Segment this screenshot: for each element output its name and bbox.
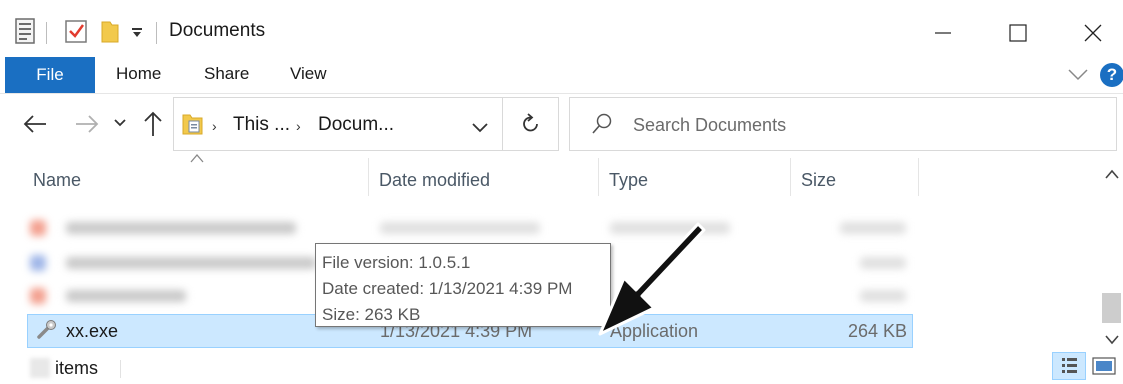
large-icons-view-button[interactable] <box>1092 355 1116 382</box>
column-header-name[interactable]: Name <box>33 170 81 191</box>
scrollbar-thumb[interactable] <box>1102 293 1121 323</box>
sort-ascending-icon <box>190 150 204 166</box>
title-separator <box>156 22 157 44</box>
breadcrumb-this-pc[interactable]: This ... <box>233 114 290 136</box>
list-item[interactable] <box>66 222 296 234</box>
scroll-down-icon[interactable] <box>1105 332 1119 350</box>
new-folder-icon[interactable] <box>100 18 120 49</box>
list-item[interactable] <box>66 290 186 302</box>
column-header-size[interactable]: Size <box>801 170 836 191</box>
file-name[interactable]: xx.exe <box>66 321 118 342</box>
tab-home[interactable]: Home <box>116 64 161 84</box>
maximize-icon <box>1009 24 1027 42</box>
item-count <box>30 358 50 378</box>
back-arrow-icon[interactable] <box>22 112 48 141</box>
search-icon <box>591 113 613 140</box>
breadcrumb-chevron-icon[interactable]: › <box>296 118 301 134</box>
details-view-button[interactable] <box>1052 352 1086 380</box>
column-divider[interactable] <box>598 158 599 196</box>
search-placeholder[interactable]: Search Documents <box>633 115 786 136</box>
refresh-icon <box>521 113 541 140</box>
annotation-arrow-icon <box>596 212 708 342</box>
large-icons-view-icon <box>1092 357 1116 375</box>
tooltip-date-created: Date created: 1/13/2021 4:39 PM <box>322 279 573 298</box>
file-info-tooltip: File version: 1.0.5.1 Date created: 1/13… <box>315 243 611 327</box>
tooltip-size: Size: 263 KB <box>322 305 421 324</box>
properties-icon[interactable] <box>14 18 36 49</box>
column-divider[interactable] <box>790 158 791 196</box>
expand-ribbon-icon[interactable] <box>1068 68 1088 86</box>
tab-share[interactable]: Share <box>204 64 249 84</box>
up-arrow-icon[interactable] <box>142 110 164 143</box>
help-icon[interactable]: ? <box>1100 63 1123 87</box>
column-divider[interactable] <box>368 158 369 196</box>
status-items-label: items <box>55 358 99 378</box>
ribbon-bar <box>0 56 1123 94</box>
breadcrumb-documents[interactable]: Docum... <box>318 114 394 136</box>
list-item <box>380 222 540 234</box>
tab-view[interactable]: View <box>290 64 327 84</box>
status-separator <box>120 360 121 378</box>
list-item <box>840 222 906 234</box>
minimize-icon <box>935 32 951 34</box>
address-dropdown-icon[interactable] <box>472 120 488 138</box>
column-divider[interactable] <box>918 158 919 196</box>
list-item <box>860 290 906 302</box>
list-item[interactable] <box>66 257 316 269</box>
tab-file[interactable]: File <box>5 57 95 93</box>
checkmark-icon[interactable] <box>64 18 88 49</box>
file-size: 264 KB <box>848 321 908 341</box>
details-view-icon <box>1062 358 1077 373</box>
breadcrumb-chevron-icon[interactable]: › <box>212 118 217 134</box>
tooltip-file-version: File version: 1.0.5.1 <box>322 253 471 272</box>
quick-access-separator <box>46 22 47 44</box>
recent-locations-icon[interactable] <box>113 116 127 135</box>
file-icon <box>30 288 46 304</box>
column-header-date-modified[interactable]: Date modified <box>379 170 490 191</box>
documents-folder-icon <box>182 112 204 141</box>
file-icon <box>30 255 46 271</box>
list-item <box>860 257 906 269</box>
forward-arrow-icon[interactable] <box>74 112 100 141</box>
close-button[interactable] <box>1063 14 1123 52</box>
application-exe-icon <box>36 319 58 346</box>
maximize-button[interactable] <box>988 14 1048 52</box>
window-title: Documents <box>169 20 266 41</box>
customize-quick-access-icon[interactable] <box>131 26 143 44</box>
minimize-button[interactable] <box>913 14 973 52</box>
column-header-type[interactable]: Type <box>609 170 648 191</box>
close-icon <box>1084 24 1102 42</box>
file-icon <box>30 220 46 236</box>
scroll-up-icon[interactable] <box>1105 166 1119 184</box>
